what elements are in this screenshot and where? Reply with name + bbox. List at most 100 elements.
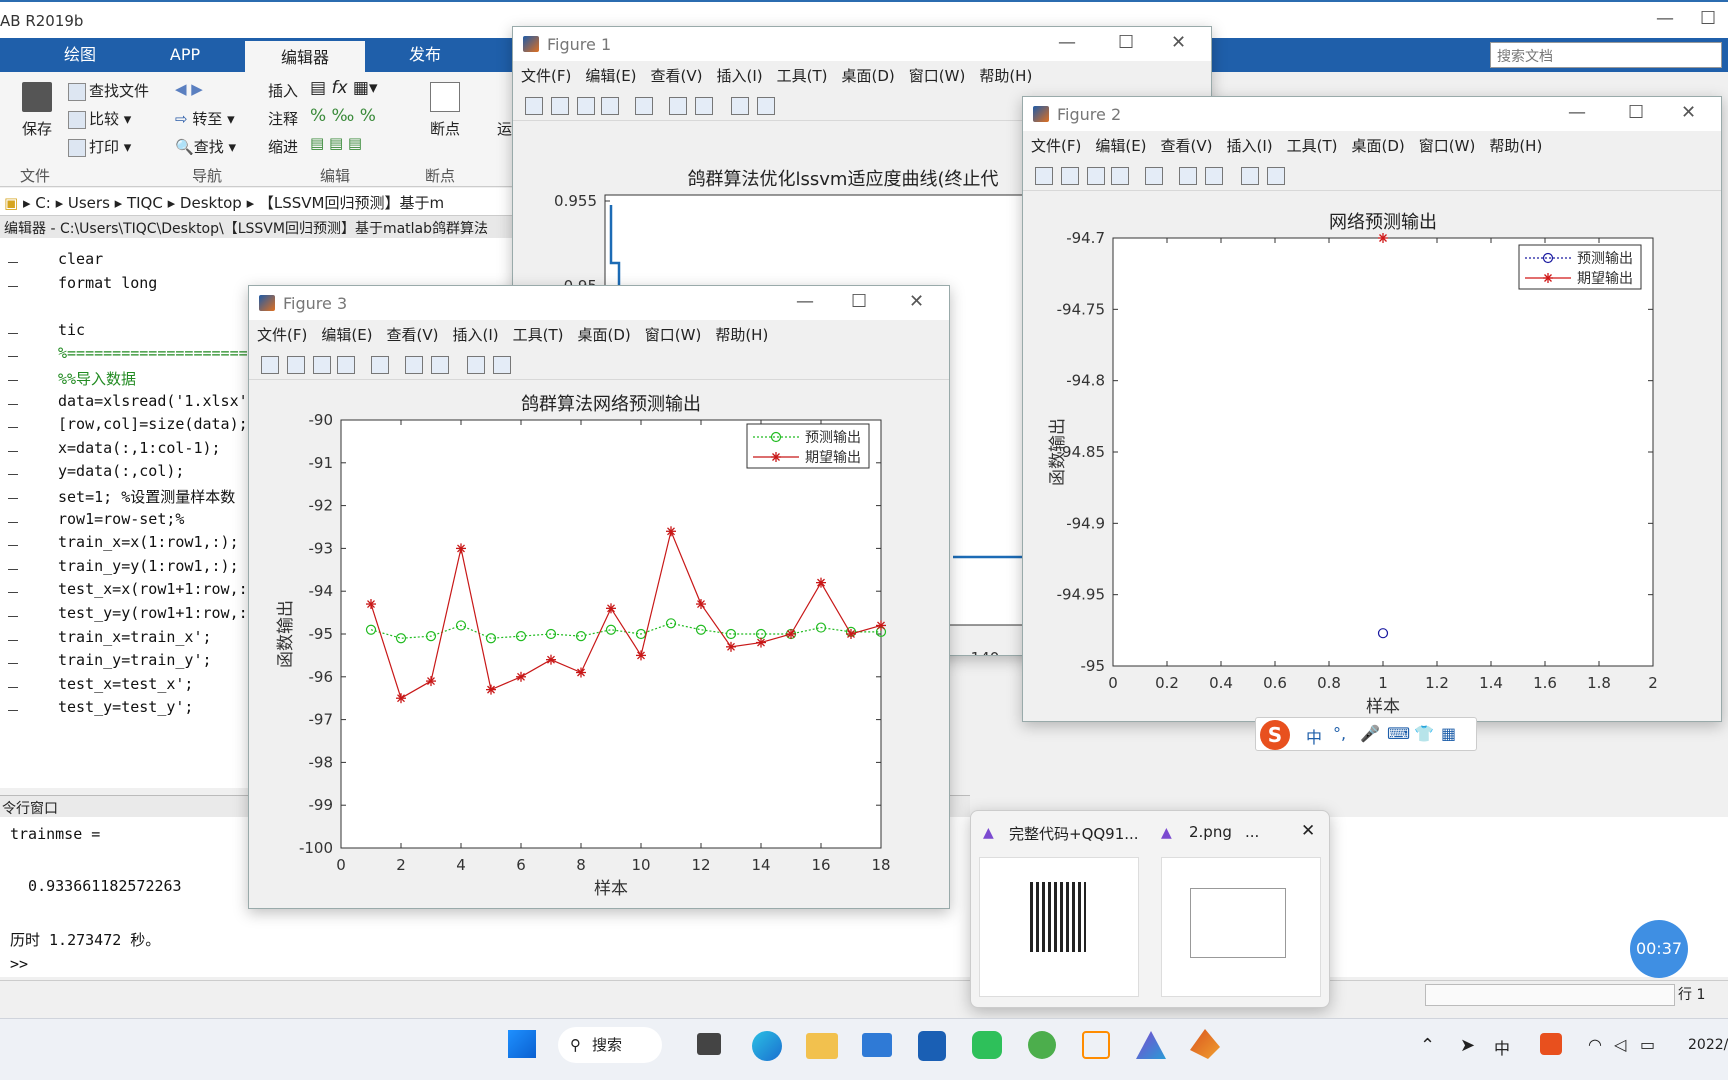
- mail-icon[interactable]: [862, 1033, 892, 1057]
- menu-item[interactable]: 帮助(H): [979, 65, 1032, 86]
- taskbar-preview[interactable]: ▲ 完整代码+QQ91... ▲ 2.png ... ✕: [970, 810, 1330, 1008]
- print-icon[interactable]: [337, 356, 355, 374]
- find-button[interactable]: 🔍查找 ▾: [175, 136, 236, 157]
- wifi-icon[interactable]: ◠: [1588, 1035, 1602, 1054]
- code-line[interactable]: format long: [58, 274, 157, 292]
- menu-item[interactable]: 文件(F): [521, 65, 571, 86]
- code-line[interactable]: test_y=test_y';: [58, 698, 193, 716]
- minimize-icon[interactable]: —: [1058, 32, 1076, 53]
- property-icon[interactable]: [1267, 167, 1285, 185]
- code-line[interactable]: train_x=x(1:row1,:);: [58, 533, 239, 551]
- print-button[interactable]: 打印 ▾: [68, 136, 131, 157]
- code-line[interactable]: clear: [58, 250, 103, 268]
- ime-toolbar[interactable]: S 中 °, 🎤 ⌨ 👕 ▦: [1255, 717, 1477, 751]
- menu-item[interactable]: 帮助(H): [715, 324, 768, 345]
- goto-button[interactable]: ⇨ 转至 ▾: [175, 108, 235, 129]
- snipping-tool-icon[interactable]: [1082, 1031, 1110, 1059]
- minimize-icon[interactable]: —: [796, 291, 814, 312]
- volume-icon[interactable]: ◁: [1614, 1035, 1626, 1054]
- location-icon[interactable]: ➤: [1460, 1035, 1475, 1056]
- compare-button[interactable]: 比较 ▾: [68, 108, 131, 129]
- menu-item[interactable]: 查看(V): [387, 324, 439, 345]
- wechat-icon[interactable]: [972, 1031, 1002, 1059]
- save-icon[interactable]: [313, 356, 331, 374]
- figure-2-titlebar[interactable]: Figure 2 — ☐ ✕: [1023, 97, 1721, 131]
- ime-item[interactable]: ▦: [1441, 724, 1456, 743]
- menu-item[interactable]: 桌面(D): [578, 324, 631, 345]
- menu-item[interactable]: 桌面(D): [842, 65, 895, 86]
- tab-publish[interactable]: 发布: [380, 38, 470, 72]
- menu-item[interactable]: 窗口(W): [1419, 135, 1476, 156]
- breakpoint-icon[interactable]: [430, 82, 460, 112]
- task-view-icon[interactable]: [697, 1033, 721, 1055]
- open-icon[interactable]: [1061, 167, 1079, 185]
- image-viewer-icon[interactable]: [1136, 1031, 1166, 1059]
- matlab-icon[interactable]: [1190, 1029, 1220, 1059]
- menu-item[interactable]: 桌面(D): [1352, 135, 1405, 156]
- code-line[interactable]: test_x=test_x';: [58, 675, 193, 693]
- save-icon[interactable]: [1087, 167, 1105, 185]
- figure-2-window[interactable]: Figure 2 — ☐ ✕ 文件(F) 编辑(E) 查看(V) 插入(I) 工具(T)…: [1022, 96, 1722, 722]
- menu-item[interactable]: 编辑(E): [1095, 135, 1146, 156]
- menu-item[interactable]: 查看(V): [651, 65, 703, 86]
- code-line[interactable]: train_y=train_y';: [58, 651, 212, 669]
- legend-icon[interactable]: [695, 97, 713, 115]
- link-icon[interactable]: [1145, 167, 1163, 185]
- colorbar-icon[interactable]: [1179, 167, 1197, 185]
- code-line[interactable]: %%导入数据: [58, 368, 136, 389]
- close-icon[interactable]: ✕: [1301, 821, 1315, 841]
- menu-item[interactable]: 编辑(E): [585, 65, 636, 86]
- menu-item[interactable]: 插入(I): [1227, 135, 1273, 156]
- code-line[interactable]: train_y=y(1:row1,:);: [58, 557, 239, 575]
- minimize-icon[interactable]: —: [1568, 102, 1586, 123]
- run-button[interactable]: 运: [497, 118, 512, 139]
- maximize-icon[interactable]: ☐: [1700, 8, 1716, 29]
- maximize-icon[interactable]: ☐: [1118, 32, 1134, 53]
- save-icon[interactable]: [577, 97, 595, 115]
- chevron-up-icon[interactable]: ⌃: [1420, 1035, 1435, 1056]
- address-bar[interactable]: ▣ ▸ C: ▸ Users ▸ TIQC ▸ Desktop ▸ 【LSSVM…: [0, 188, 520, 216]
- legend-icon[interactable]: [1205, 167, 1223, 185]
- app-l-icon[interactable]: [918, 1031, 946, 1061]
- new-figure-icon[interactable]: [525, 97, 543, 115]
- close-icon[interactable]: ✕: [1681, 102, 1696, 123]
- save-icon[interactable]: [22, 82, 52, 112]
- preview-title-1[interactable]: 完整代码+QQ91...: [1009, 823, 1139, 844]
- link-icon[interactable]: [371, 356, 389, 374]
- function-icon[interactable]: ▤ fx ▦▾: [310, 78, 378, 98]
- more-icon[interactable]: ...: [1245, 823, 1259, 841]
- menu-item[interactable]: 文件(F): [257, 324, 307, 345]
- browser-e-icon[interactable]: [1028, 1031, 1056, 1059]
- ime-item[interactable]: 👕: [1414, 724, 1434, 743]
- code-line[interactable]: %====================: [58, 344, 248, 362]
- ime-item[interactable]: 🎤: [1360, 724, 1380, 743]
- preview-thumbnail-2[interactable]: [1161, 857, 1321, 997]
- code-line[interactable]: x=data(:,1:col-1);: [58, 439, 221, 457]
- property-icon[interactable]: [757, 97, 775, 115]
- cmd-prompt[interactable]: >>: [10, 955, 28, 973]
- find-file-button[interactable]: 查找文件: [68, 80, 149, 101]
- menu-item[interactable]: 帮助(H): [1489, 135, 1542, 156]
- figure-3-window[interactable]: Figure 3 — ☐ ✕ 文件(F) 编辑(E) 查看(V) 插入(I) 工具(T)…: [248, 285, 950, 909]
- pointer-icon[interactable]: [731, 97, 749, 115]
- windows-start-icon[interactable]: [508, 1030, 536, 1058]
- colorbar-icon[interactable]: [405, 356, 423, 374]
- menu-item[interactable]: 插入(I): [453, 324, 499, 345]
- maximize-icon[interactable]: ☐: [1628, 102, 1644, 123]
- new-figure-icon[interactable]: [261, 356, 279, 374]
- menu-item[interactable]: 窗口(W): [645, 324, 702, 345]
- code-line[interactable]: train_x=train_x';: [58, 628, 212, 646]
- open-icon[interactable]: [287, 356, 305, 374]
- preview-thumbnail-1[interactable]: [979, 857, 1139, 997]
- ime-item[interactable]: ⌨: [1387, 724, 1410, 743]
- indent-button[interactable]: 缩进: [268, 136, 298, 157]
- save-button[interactable]: 保存: [22, 118, 52, 139]
- battery-icon[interactable]: ▭: [1640, 1035, 1655, 1054]
- code-line[interactable]: test_y=y(row1+1:row,:: [58, 604, 248, 622]
- print-icon[interactable]: [1111, 167, 1129, 185]
- close-icon[interactable]: ✕: [1171, 32, 1186, 53]
- menu-item[interactable]: 工具(T): [1287, 135, 1338, 156]
- doc-search-input[interactable]: 搜索文档: [1490, 42, 1722, 68]
- taskbar-search[interactable]: ⚲ 搜索: [558, 1027, 662, 1063]
- ime-item[interactable]: 中: [1306, 724, 1322, 748]
